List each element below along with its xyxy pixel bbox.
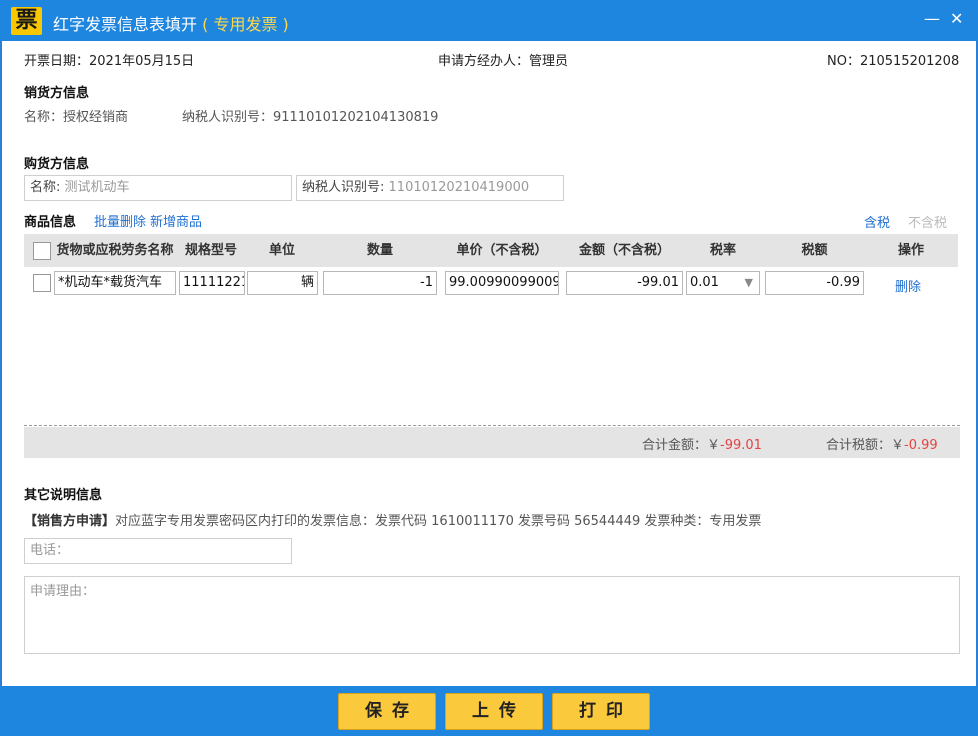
seller-section-title: 销货方信息 — [24, 86, 90, 101]
col-price: 单价（不含税） — [456, 243, 548, 258]
goods-section-title: 商品信息 — [24, 215, 77, 230]
col-spec: 规格型号 — [184, 243, 237, 258]
phone-field[interactable]: 电话： — [24, 538, 292, 564]
window-title: 红字发票信息表填开 ( 专用发票 ) — [53, 11, 289, 35]
buyer-tax-id-field[interactable]: 纳税人识别号: 11010120210419000 — [296, 175, 564, 201]
total-amount-label: 合计金额：￥ — [642, 438, 721, 453]
buyer-name-label: 名称: — [30, 180, 61, 195]
row-tax-input[interactable]: -0.99 — [765, 271, 864, 295]
row-unit-input[interactable]: 辆 — [247, 271, 318, 295]
invoice-date: 开票日期：2021年05月15日 — [24, 54, 195, 69]
note-tag: 【销售方申请】 — [24, 514, 116, 529]
row-delete-link[interactable]: 删除 — [895, 276, 921, 295]
form-body: 开票日期：2021年05月15日 申请方经办人：管理员 NO：210515201… — [2, 41, 976, 686]
select-all-checkbox[interactable] — [33, 242, 51, 260]
col-rate: 税率 — [709, 243, 736, 258]
row-checkbox[interactable] — [33, 274, 51, 292]
window-subtitle: ( 专用发票 ) — [202, 15, 289, 34]
tax-included-toggle[interactable]: 含税 — [864, 212, 890, 231]
row-spec-input[interactable]: 11111221 — [179, 271, 245, 295]
totals-bar: 合计金额：￥-99.01 合计税额：￥-0.99 — [24, 427, 960, 458]
buyer-name-value: 测试机动车 — [64, 180, 130, 195]
batch-delete-link[interactable]: 批量删除 — [94, 211, 146, 230]
col-qty: 数量 — [366, 243, 393, 258]
invoice-number: NO：210515201208 — [827, 54, 960, 69]
close-icon[interactable]: ✕ — [950, 9, 963, 28]
row-tax-rate-value: 0.01 — [690, 275, 719, 290]
col-unit: 单位 — [268, 243, 295, 258]
note-text: 对应蓝字专用发票密码区内打印的发票信息：发票代码 1610011170 发票号码… — [115, 514, 762, 529]
col-action: 操作 — [897, 243, 924, 258]
row-tax-rate-select[interactable]: 0.01 ▼ — [686, 271, 760, 295]
table-divider — [24, 425, 960, 426]
add-item-link[interactable]: 新增商品 — [150, 211, 202, 230]
title-bar: 票 红字发票信息表填开 ( 专用发票 ) — ✕ — [0, 0, 978, 41]
col-amount: 金额（不含税） — [578, 243, 670, 258]
goods-table-header: 货物或应税劳务名称 规格型号 单位 数量 单价（不含税） 金额（不含税） 税率 … — [24, 234, 958, 267]
application-note: 【销售方申请】对应蓝字专用发票密码区内打印的发票信息：发票代码 16100111… — [24, 510, 761, 529]
total-tax-value: -0.99 — [904, 438, 938, 453]
buyer-section-title: 购货方信息 — [24, 157, 90, 172]
chevron-down-icon: ▼ — [744, 276, 753, 289]
save-button[interactable]: 保存 — [338, 693, 436, 730]
reason-textarea[interactable]: 申请理由： — [24, 576, 960, 654]
invoice-logo-icon: 票 — [11, 7, 42, 35]
tax-excluded-toggle[interactable]: 不含税 — [908, 212, 947, 231]
seller-tax-id: 纳税人识别号：91110101202104130819 — [182, 110, 439, 125]
buyer-tax-id-label: 纳税人识别号: — [302, 180, 385, 195]
buyer-name-field[interactable]: 名称: 测试机动车 — [24, 175, 292, 201]
applicant-handler: 申请方经办人：管理员 — [438, 54, 569, 69]
upload-button[interactable]: 上传 — [445, 693, 543, 730]
row-name-input[interactable]: *机动车*载货汽车 — [54, 271, 176, 295]
row-price-input[interactable]: 99.009900990099 — [445, 271, 559, 295]
col-name: 货物或应税劳务名称 — [56, 243, 174, 258]
minimize-icon[interactable]: — — [924, 9, 940, 28]
window-title-text: 红字发票信息表填开 — [53, 15, 198, 34]
total-amount: 合计金额：￥-99.01 — [642, 434, 762, 453]
total-tax: 合计税额：￥-0.99 — [826, 434, 938, 453]
action-bar: 保存 上传 打印 — [0, 686, 978, 736]
buyer-tax-id-value: 11010120210419000 — [388, 180, 530, 195]
row-qty-input[interactable]: -1 — [323, 271, 437, 295]
other-section-title: 其它说明信息 — [24, 488, 103, 503]
total-amount-value: -99.01 — [720, 438, 762, 453]
print-button[interactable]: 打印 — [552, 693, 650, 730]
col-tax: 税额 — [801, 243, 828, 258]
seller-name: 名称：授权经销商 — [24, 110, 129, 125]
total-tax-label: 合计税额：￥ — [826, 438, 905, 453]
row-amount-input[interactable]: -99.01 — [566, 271, 683, 295]
